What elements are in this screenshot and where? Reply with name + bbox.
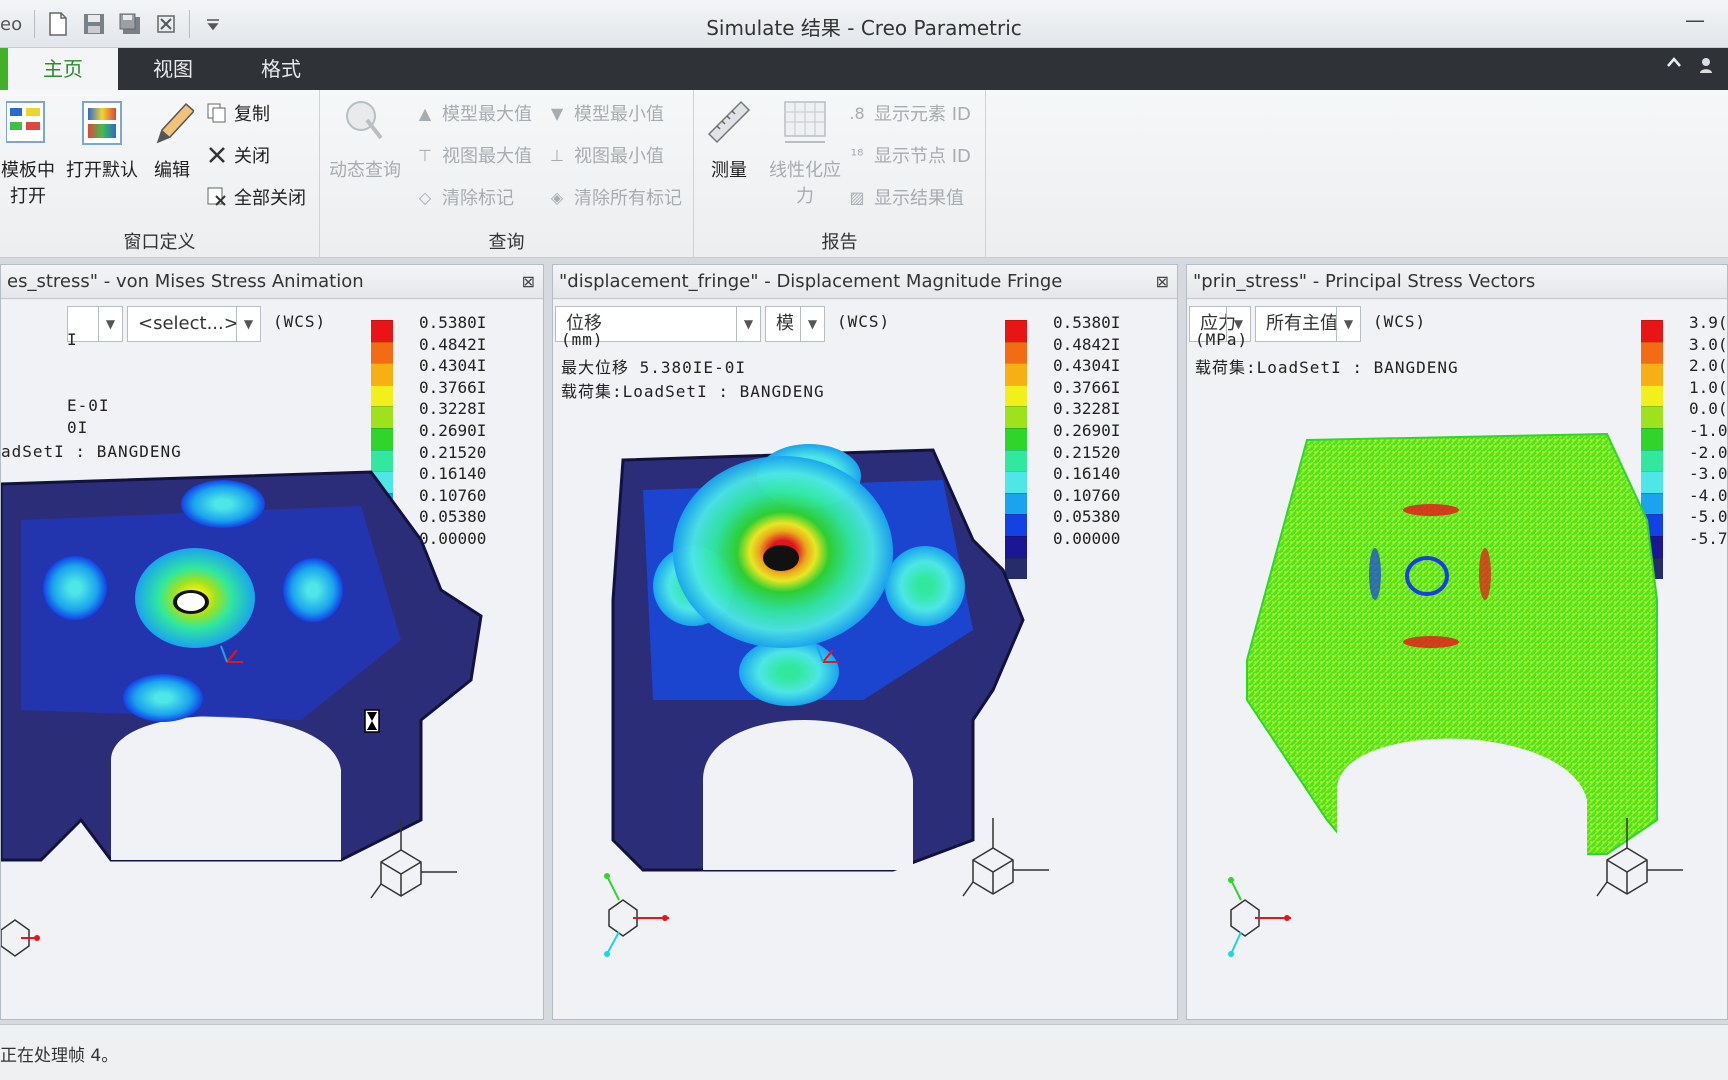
group-query: 动态查询 ▲ 模型最大值 ▼ 模型最小值 ⊤ 视图最大值 ⊥ 视图最小值 ◇ 清… <box>320 90 694 258</box>
close-all-icon <box>206 186 228 208</box>
clear-all-marks-button[interactable]: ◈ 清除所有标记 <box>546 182 682 212</box>
hourglass-cursor-icon <box>364 709 380 733</box>
open-template-label-2: 打开 <box>10 186 46 207</box>
model-render <box>1228 432 1683 957</box>
close-label: 关闭 <box>234 146 270 167</box>
view-max-icon: ⊤ <box>418 145 432 165</box>
dynamic-query-icon <box>343 98 387 146</box>
result-window-title-text: "displacement_fringe" - Displacement Mag… <box>559 271 1063 292</box>
status-bar: 正在处理帧 4。 <box>0 1024 1728 1080</box>
show-node-id-button[interactable]: ¹⁸ 显示节点 ID <box>846 140 971 170</box>
open-default-label: 打开默认 <box>66 160 138 181</box>
measure-label: 测量 <box>711 160 747 181</box>
close-window-icon[interactable]: ⊠ <box>522 265 535 298</box>
element-id-icon: .8 <box>849 103 865 123</box>
result-window-title-text: es_stress" - von Mises Stress Animation <box>7 271 364 292</box>
model-render <box>1 470 483 957</box>
result-window-von-mises[interactable]: es_stress" - von Mises Stress Animation … <box>0 264 544 1020</box>
edit-button[interactable]: 编辑 <box>146 98 198 182</box>
grid-chart-icon <box>783 98 827 146</box>
status-message: 正在处理帧 4。 <box>0 1046 119 1066</box>
collapse-ribbon-icon[interactable] <box>1666 56 1682 74</box>
linearized-stress-button[interactable]: 线性化应 力 <box>762 98 848 208</box>
ribbon: 模板中 打开 打开默认 编辑 复制 关闭 全部关闭 窗口定义 动态查询 ▲ 模型… <box>0 90 1728 258</box>
eraser-icon: ◇ <box>418 187 432 207</box>
triad-icon <box>1 919 40 957</box>
view-max-label: 视图最大值 <box>442 146 532 167</box>
close-all-label: 全部关闭 <box>234 188 306 209</box>
model-max-label: 模型最大值 <box>442 104 532 125</box>
result-window-principal-stress[interactable]: "prin_stress" - Principal Stress Vectors… <box>1186 264 1728 1020</box>
tab-home[interactable]: 主页 <box>0 48 118 90</box>
result-window-title-text: "prin_stress" - Principal Stress Vectors <box>1193 271 1536 292</box>
edit-label: 编辑 <box>154 160 190 181</box>
graphics-viewport[interactable]: 应力 ▼ 所有主值 ▼ (WCS) (MPa) 载荷集:LoadSetI : B… <box>1187 300 1727 1019</box>
show-result-value-button[interactable]: ▨ 显示结果值 <box>846 182 964 212</box>
close-all-button[interactable]: 全部关闭 <box>206 182 306 212</box>
ruler-icon <box>707 98 751 146</box>
graphics-viewport[interactable]: 位移 ▼ 模 ▼ (WCS) (mm) 最大位移 5.380IE-0I 载荷集:… <box>553 300 1177 1019</box>
copy-label: 复制 <box>234 104 270 125</box>
group-window-definition: 模板中 打开 打开默认 编辑 复制 关闭 全部关闭 窗口定义 <box>0 90 320 258</box>
tab-view[interactable]: 视图 <box>128 48 218 90</box>
minimize-button[interactable]: — <box>1682 8 1708 34</box>
eraser-all-icon: ◈ <box>550 187 564 207</box>
search-person-icon[interactable] <box>1696 56 1714 74</box>
clear-marks-label: 清除标记 <box>442 188 514 209</box>
clear-marks-button[interactable]: ◇ 清除标记 <box>414 182 514 212</box>
linearized-stress-label: 线性化应 <box>769 160 841 181</box>
close-window-icon[interactable]: ⊠ <box>1156 265 1169 298</box>
window-title: Simulate 结果 - Creo Parametric <box>706 16 1022 40</box>
view-min-button[interactable]: ⊥ 视图最小值 <box>546 140 664 170</box>
model-min-button[interactable]: ▼ 模型最小值 <box>546 98 664 128</box>
tab-bar-right-controls <box>1666 56 1714 74</box>
group-title-query: 查询 <box>488 232 525 253</box>
default-window-icon <box>80 98 124 146</box>
result-window-title: "displacement_fringe" - Displacement Mag… <box>553 265 1177 299</box>
pencil-icon <box>150 98 194 146</box>
model-min-label: 模型最小值 <box>574 104 664 125</box>
open-template-label: 模板中 <box>1 160 55 181</box>
triad-icon <box>1228 877 1291 957</box>
show-element-id-button[interactable]: .8 显示元素 ID <box>846 98 971 128</box>
graphics-viewport[interactable]: ▼ <select...> ▼ (WCS) I E-0I 0I adSetI :… <box>1 300 543 1019</box>
result-window-title: es_stress" - von Mises Stress Animation … <box>1 265 543 299</box>
title-bar: eo Simulate 结果 - Creo Parametric — <box>0 0 1728 48</box>
csys-icon <box>962 818 1049 897</box>
linearized-stress-label-2: 力 <box>796 186 814 207</box>
group-title-window-definition: 窗口定义 <box>123 232 196 253</box>
tab-format[interactable]: 格式 <box>236 48 326 90</box>
template-window-icon <box>6 98 50 146</box>
triad-icon <box>604 873 669 957</box>
view-max-button[interactable]: ⊤ 视图最大值 <box>414 140 532 170</box>
view-min-icon: ⊥ <box>550 145 564 165</box>
node-id-icon: ¹⁸ <box>850 145 864 165</box>
model-min-icon: ▼ <box>550 103 564 123</box>
result-window-displacement[interactable]: "displacement_fringe" - Displacement Mag… <box>552 264 1178 1020</box>
ribbon-tab-bar: 主页 视图 格式 <box>0 48 1728 90</box>
show-element-id-label: 显示元素 ID <box>874 104 971 125</box>
show-node-id-label: 显示节点 ID <box>874 146 971 167</box>
dynamic-query-button[interactable]: 动态查询 <box>328 98 402 182</box>
close-button[interactable]: 关闭 <box>206 140 270 170</box>
model-max-icon: ▲ <box>418 103 432 123</box>
show-result-value-label: 显示结果值 <box>874 188 964 209</box>
close-x-icon <box>206 144 228 166</box>
result-window-title: "prin_stress" - Principal Stress Vectors <box>1187 265 1727 299</box>
view-min-label: 视图最小值 <box>574 146 664 167</box>
copy-button[interactable]: 复制 <box>206 98 270 128</box>
model-max-button[interactable]: ▲ 模型最大值 <box>414 98 532 128</box>
open-default-button[interactable]: 打开默认 <box>62 98 142 182</box>
measure-button[interactable]: 测量 <box>700 98 758 182</box>
clear-all-marks-label: 清除所有标记 <box>574 188 682 209</box>
dynamic-query-label: 动态查询 <box>329 160 401 181</box>
result-value-icon: ▨ <box>849 187 865 207</box>
open-from-template-button[interactable]: 模板中 打开 <box>0 98 56 208</box>
group-report: 测量 线性化应 力 .8 显示元素 ID ¹⁸ 显示节点 ID ▨ 显示结果值 … <box>694 90 986 258</box>
model-render <box>604 444 1049 957</box>
copy-icon <box>206 102 228 124</box>
group-title-report: 报告 <box>821 232 858 253</box>
